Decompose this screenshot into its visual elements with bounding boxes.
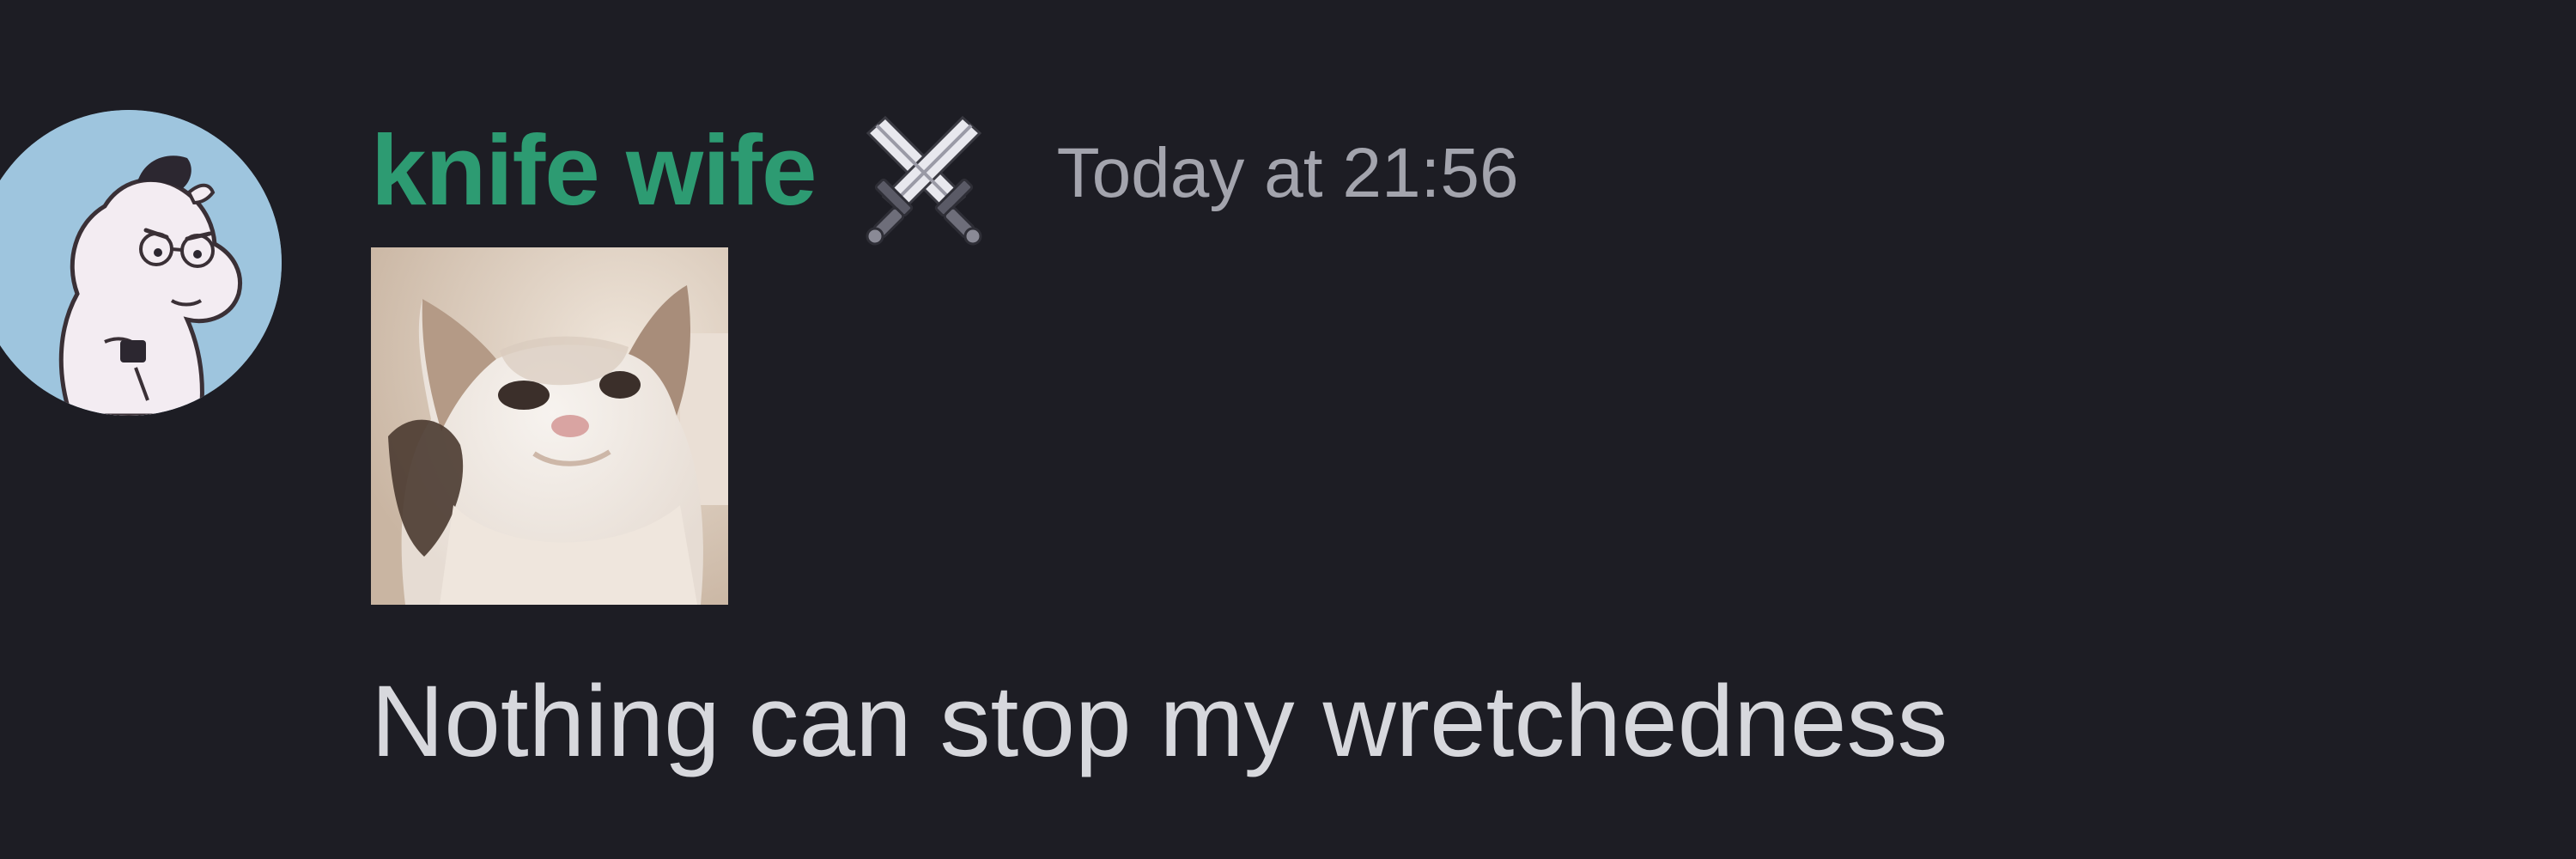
- username[interactable]: knife wife: [371, 120, 817, 220]
- moomin-character-avatar: [0, 110, 282, 416]
- message-content: Nothing can stop my wretchedness: [371, 665, 1948, 778]
- crossed-swords-icon[interactable]: [851, 102, 997, 248]
- image-attachment[interactable]: [371, 247, 728, 605]
- user-avatar[interactable]: [0, 110, 282, 416]
- message-header: knife wife Today at 21:56: [371, 93, 1519, 247]
- message-timestamp[interactable]: Today at 21:56: [1057, 138, 1519, 209]
- cat-image: [371, 247, 728, 605]
- chat-message-view: knife wife Today at 21:56 Nothing can st…: [0, 0, 2576, 859]
